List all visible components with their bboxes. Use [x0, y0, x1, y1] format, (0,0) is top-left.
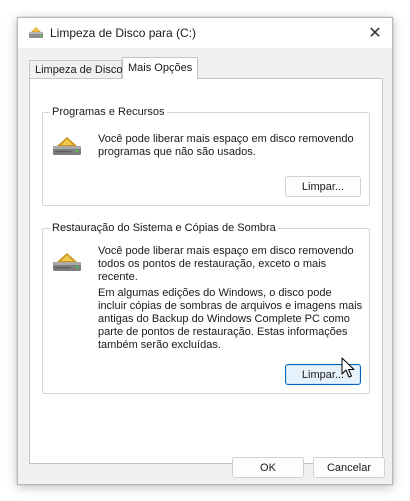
mouse-pointer-icon: [341, 357, 355, 378]
tab-more-options[interactable]: Mais Opções: [122, 57, 198, 79]
tab-panel-more-options: Programas e Recursos Você pode liberar m…: [29, 78, 383, 464]
ok-button[interactable]: OK: [232, 457, 304, 478]
programs-cleanup-button[interactable]: Limpar...: [285, 176, 361, 197]
programs-description: Você pode liberar mais espaço em disco r…: [98, 133, 354, 158]
disk-cleanup-icon: [29, 27, 43, 38]
group-title-restore: Restauração do Sistema e Cópias de Sombr…: [50, 222, 278, 234]
group-system-restore: Restauração do Sistema e Cópias de Sombr…: [42, 222, 370, 394]
group-title-programs: Programas e Recursos: [50, 106, 167, 118]
window-title: Limpeza de Disco para (C:): [50, 26, 197, 40]
title-bar[interactable]: Limpeza de Disco para (C:) ✕: [18, 18, 392, 48]
restore-description: Você pode liberar mais espaço em disco r…: [98, 245, 354, 283]
group-programs-features: Programas e Recursos Você pode liberar m…: [42, 106, 370, 206]
drive-cleanup-icon: [53, 253, 81, 271]
tab-disk-cleanup[interactable]: Limpeza de Disco: [29, 60, 122, 79]
tab-strip: Limpeza de Disco Mais Opções: [29, 57, 383, 79]
cancel-button[interactable]: Cancelar: [313, 457, 385, 478]
close-button[interactable]: ✕: [358, 18, 392, 48]
restore-note: Em algumas edições do Windows, o disco p…: [98, 287, 363, 351]
close-icon: ✕: [368, 25, 382, 42]
disk-cleanup-dialog: Limpeza de Disco para (C:) ✕ Limpeza de …: [17, 17, 393, 485]
drive-cleanup-icon: [53, 137, 81, 155]
